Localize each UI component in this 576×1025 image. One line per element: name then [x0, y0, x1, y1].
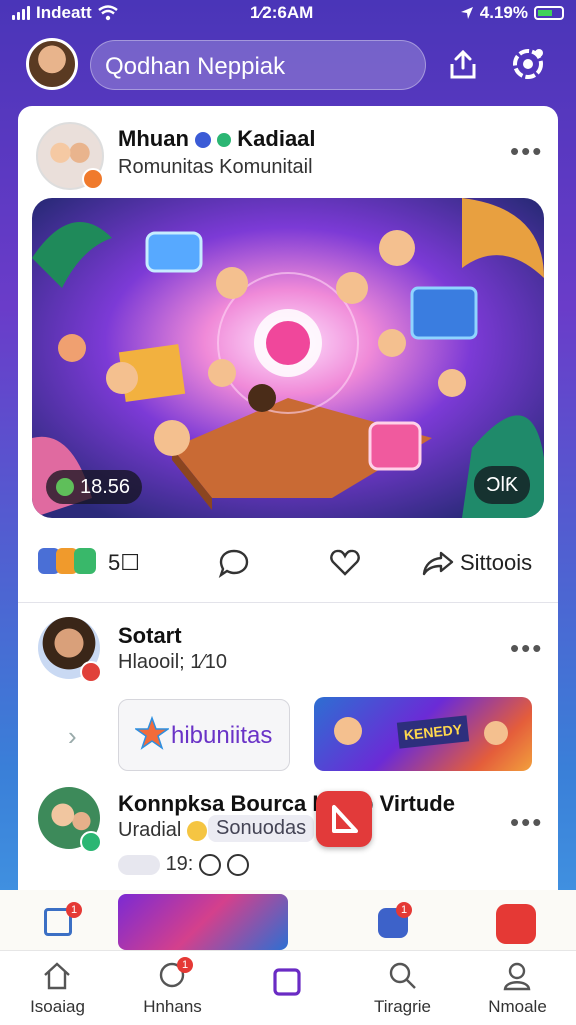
post2-subtitle: Hlaooil; 1⁄10: [118, 651, 227, 673]
tab-label: Nmoale: [488, 997, 547, 1016]
event-banner[interactable]: KENEDY: [314, 697, 532, 771]
tab-search[interactable]: Tiragrie: [345, 951, 460, 1025]
app-glyph-icon: [332, 805, 358, 833]
smile-icon[interactable]: [198, 853, 221, 876]
reaction-chip-icon: [118, 854, 160, 875]
status-bar: Indeatt 1⁄2:6AM 4.19%: [0, 0, 576, 28]
notification-badge: 1: [66, 902, 82, 918]
post3-subtitle: Uradial: [118, 819, 207, 842]
star-icon: [135, 716, 169, 750]
group-avatar-2[interactable]: [38, 787, 102, 853]
post2-author[interactable]: Sotart: [118, 623, 182, 649]
reaction-count: 5☐: [108, 550, 140, 575]
profile-icon: [503, 962, 531, 991]
tab-create[interactable]: [230, 951, 345, 1025]
emoji-icon: [186, 820, 207, 841]
view-count-chip[interactable]: 18.56: [46, 470, 142, 504]
battery-icon: [534, 6, 564, 20]
post-card: Mhuan Kadiaal Romunitas Komunitail ••• 1…: [18, 106, 558, 602]
post-image[interactable]: 18.56 ƆƖƘ: [32, 198, 544, 518]
tab-home[interactable]: Isoaiag: [0, 951, 115, 1025]
app-icon[interactable]: [316, 791, 372, 847]
person-figure: [484, 721, 508, 745]
wifi-icon: [97, 5, 118, 21]
post3-tag[interactable]: Sonuodas: [208, 815, 315, 842]
post-subtitle: Romunitas Komunitail: [118, 156, 313, 178]
create-icon: [273, 968, 301, 996]
quick-bar: 1 1: [0, 890, 576, 950]
view-count: 18.56: [80, 476, 131, 498]
tab-profile[interactable]: Nmoale: [460, 951, 575, 1025]
home-icon: [44, 962, 70, 990]
share-label[interactable]: Sittoois: [460, 550, 532, 576]
post3-title[interactable]: Konnpksa Bourca Ks db Virtude: [118, 791, 455, 817]
post-actions: 5☐ Sittoois: [18, 536, 558, 586]
author-avatar[interactable]: [38, 617, 102, 683]
search-text: Qodhan Neppiak: [105, 53, 286, 80]
carrier-label: Indeatt: [36, 3, 92, 22]
search-input[interactable]: Qodhan Neppiak: [90, 40, 426, 90]
author-name-2: Kadiaal: [237, 126, 316, 151]
smile-icon[interactable]: [226, 853, 249, 876]
group-avatar[interactable]: [36, 122, 104, 190]
bottom-tab-bar: Isoaiag 1 Hnhans Tiragrie Nmoale: [0, 950, 576, 1025]
tab-badge: 1: [177, 957, 193, 973]
media-chip-label: ƆƖƘ: [486, 474, 519, 496]
author-name: Mhuan: [118, 126, 189, 151]
signal-icon: [12, 6, 30, 20]
apple-icon: [56, 478, 74, 496]
community-pill[interactable]: hibuniitas: [118, 699, 290, 771]
reaction-haha-icon: [74, 548, 96, 574]
pill-label: hibuniitas: [171, 722, 273, 749]
meta-count: 19:: [165, 853, 194, 875]
reaction-icons[interactable]: [38, 548, 96, 574]
tab-label: Isoaiag: [30, 997, 85, 1016]
post-card-2: Sotart Hlaooil; 1⁄10 ••• › hibuniitas KE…: [18, 602, 558, 891]
tab-label: Hnhans: [143, 997, 202, 1016]
settings-icon[interactable]: [508, 44, 548, 84]
share-icon[interactable]: [446, 48, 480, 82]
chevron-left-icon[interactable]: ›: [68, 721, 77, 752]
clock: 1⁄2:6AM: [250, 3, 314, 22]
share-arrow-icon[interactable]: [422, 550, 454, 576]
notification-badge: 1: [396, 902, 412, 918]
more-options-icon[interactable]: •••: [510, 633, 543, 664]
avatar-badge-icon: [80, 661, 102, 683]
post3-subtitle-text: Uradial: [118, 819, 182, 841]
post-author[interactable]: Mhuan Kadiaal: [118, 126, 316, 152]
group-badge-icon: [80, 831, 102, 853]
search-icon: [389, 962, 416, 989]
comment-icon[interactable]: [218, 548, 250, 578]
post3-meta: 19:: [118, 853, 249, 876]
tab-friends[interactable]: 1 Hnhans: [115, 951, 230, 1025]
location-icon: [460, 7, 473, 19]
more-options-icon[interactable]: •••: [510, 807, 543, 838]
group-badge-icon: [82, 168, 104, 190]
like-heart-icon[interactable]: [330, 548, 360, 576]
more-options-icon[interactable]: •••: [510, 136, 543, 167]
profile-avatar[interactable]: [26, 38, 78, 90]
record-shortcut-icon[interactable]: [496, 904, 536, 944]
verified-icon: [195, 132, 212, 149]
top-bar: Qodhan Neppiak: [0, 30, 576, 104]
tab-label: Tiragrie: [374, 997, 431, 1016]
story-thumbnail[interactable]: [118, 894, 288, 950]
banner-sign: KENEDY: [396, 715, 470, 749]
person-figure: [334, 717, 362, 745]
online-icon: [217, 133, 232, 148]
media-chip[interactable]: ƆƖƘ: [474, 466, 530, 504]
battery-percent: 4.19%: [479, 3, 528, 22]
